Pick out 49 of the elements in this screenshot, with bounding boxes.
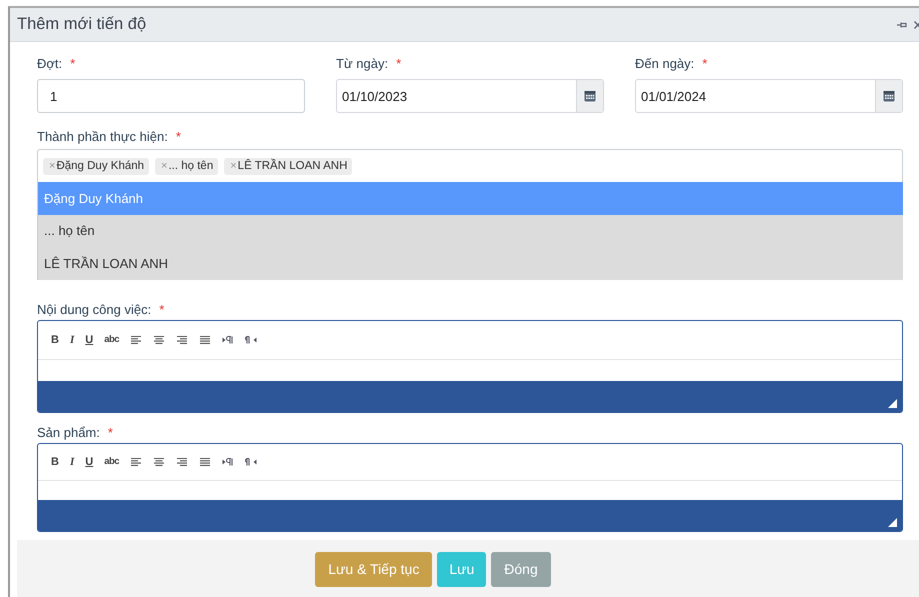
field-label: Đến ngày: [635,56,694,71]
required-mark: * [159,302,164,316]
required-mark: * [702,56,708,71]
required-mark: * [176,129,181,144]
format-button[interactable]: U [85,334,94,346]
date-field[interactable]: 01/01/2024 [635,79,903,113]
resize-handle-icon[interactable] [888,398,897,408]
format-button[interactable]: I [70,456,74,468]
calendar-button[interactable] [576,80,603,112]
align-right-icon[interactable] [176,456,188,466]
tag-label: Đặng Duy Khánh [56,160,144,172]
calendar-icon [584,90,596,102]
input-field[interactable]: 1 [37,79,305,113]
align-center-icon[interactable] [153,456,166,466]
format-button[interactable]: B [51,456,59,468]
format-button[interactable]: abc [104,456,120,467]
field-label: Nội dung công việc: [37,302,152,316]
required-mark: * [70,56,76,71]
field-label: Thành phần thực hiện: [37,129,168,144]
dropdown-option[interactable]: LÊ TRẦN LOAN ANH [38,247,903,280]
required-mark: * [396,56,402,71]
field-label: Từ ngày: [336,56,388,71]
window-title: Thêm mới tiến độ [17,15,146,34]
align-left-icon[interactable] [130,334,142,344]
ltr-icon[interactable] [222,334,234,344]
format-button[interactable]: I [70,334,74,346]
tag-label: ... họ tên [168,160,214,172]
field-label: Đợt: [37,56,62,71]
calendar-icon [883,90,895,102]
justify-icon[interactable] [199,334,212,344]
pin-icon[interactable] [897,22,907,28]
format-button[interactable]: B [51,334,59,346]
rtl-icon[interactable] [245,456,258,466]
field-label: Sản phẩm: [37,424,100,440]
ltr-icon[interactable] [222,456,234,466]
dropdown-option[interactable]: ... họ tên [38,214,903,247]
justify-icon[interactable] [199,456,212,466]
format-button[interactable]: U [85,456,94,468]
calendar-button[interactable] [875,80,902,112]
close-icon[interactable] [914,20,919,28]
tag-label: LÊ TRẦN LOAN ANH [238,160,348,172]
resize-handle-icon[interactable] [888,518,897,526]
date-field[interactable]: 01/10/2023 [336,79,604,113]
align-left-icon[interactable] [130,456,142,466]
required-mark: * [108,424,113,440]
format-button[interactable]: abc [104,334,120,345]
rtl-icon[interactable] [245,334,258,344]
align-center-icon[interactable] [153,334,166,344]
align-right-icon[interactable] [176,334,188,344]
